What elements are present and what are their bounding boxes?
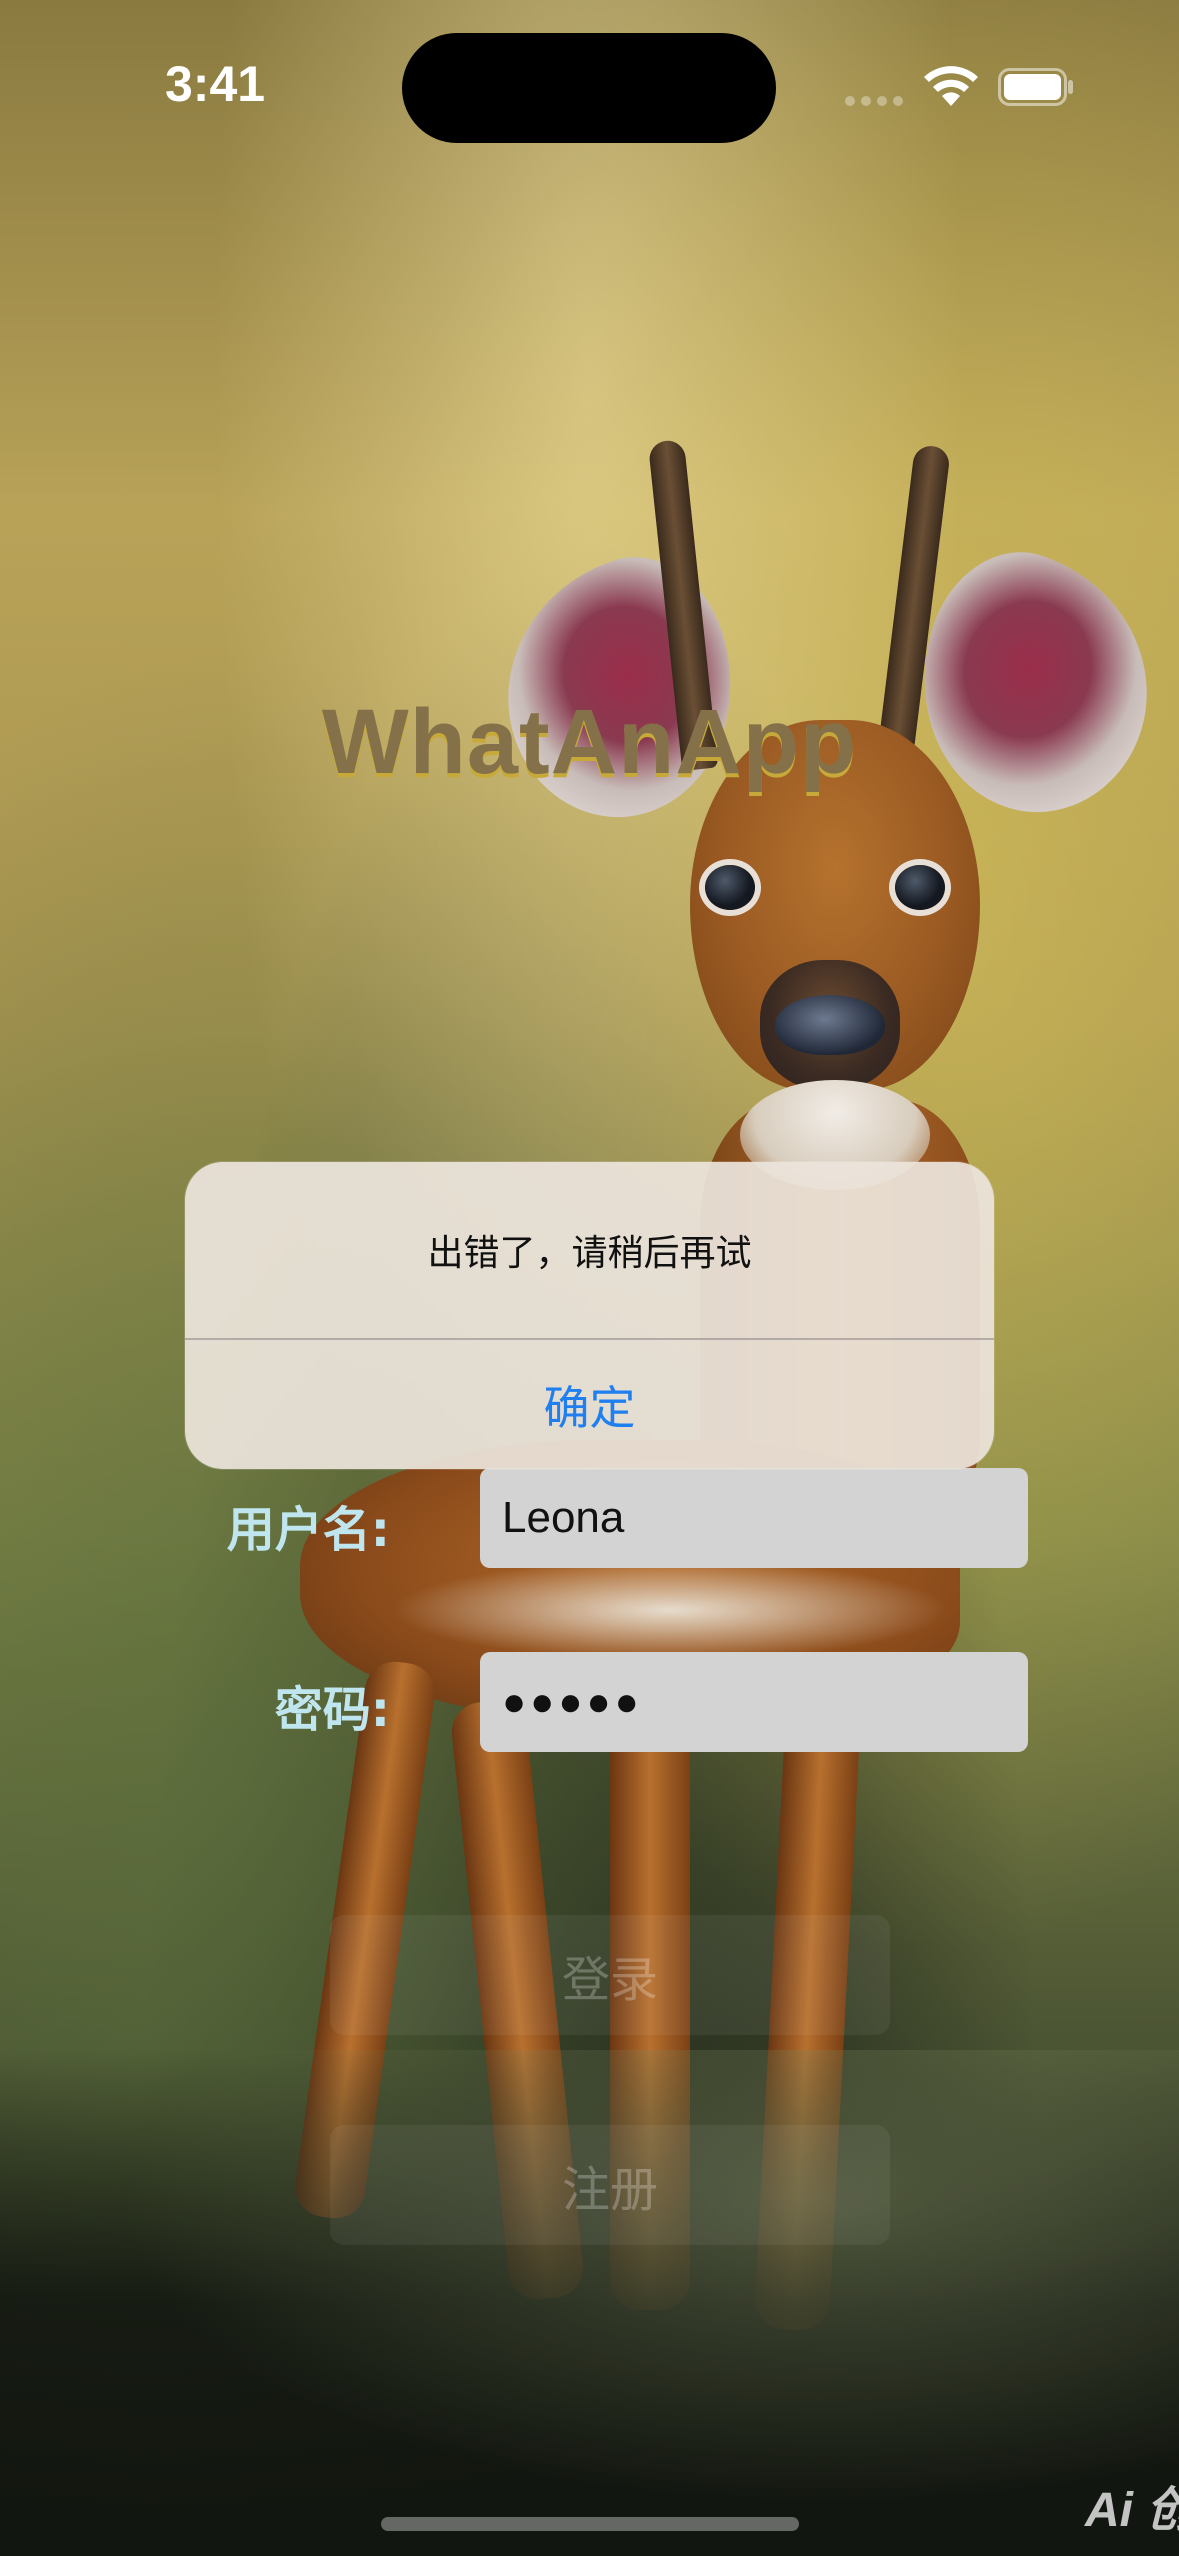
battery-icon bbox=[998, 68, 1073, 106]
wifi-icon bbox=[924, 66, 978, 106]
deer-chest bbox=[390, 1560, 950, 1660]
deer-right-eye bbox=[895, 865, 945, 910]
password-field[interactable]: ●●●●● bbox=[480, 1652, 1028, 1752]
login-screen: 3:41 WhatAnApp 用户名: Leona 密码: ●●●●● 登录 注… bbox=[0, 0, 1179, 2556]
app-title: WhatAnApp bbox=[321, 691, 858, 793]
deer-left-eye bbox=[705, 865, 755, 910]
ai-watermark: Ai 创 bbox=[1085, 2484, 1179, 2537]
home-indicator[interactable] bbox=[381, 2517, 799, 2531]
password-label: 密码: bbox=[274, 1682, 390, 1738]
login-button[interactable]: 登录 bbox=[330, 1915, 890, 2035]
alert-confirm-button[interactable]: 确定 bbox=[185, 1340, 994, 1469]
cellular-signal-icon bbox=[845, 96, 903, 106]
register-button[interactable]: 注册 bbox=[330, 2125, 890, 2245]
error-alert: 出错了，请稍后再试 确定 bbox=[185, 1162, 994, 1469]
password-value: ●●●●● bbox=[502, 1679, 643, 1724]
username-field[interactable]: Leona bbox=[480, 1468, 1028, 1568]
alert-message: 出错了，请稍后再试 bbox=[427, 1232, 752, 1274]
username-label: 用户名: bbox=[226, 1502, 390, 1558]
deer-nose bbox=[775, 995, 885, 1055]
status-time: 3:41 bbox=[165, 56, 266, 112]
dynamic-island bbox=[402, 33, 776, 143]
username-value: Leona bbox=[502, 1493, 625, 1542]
